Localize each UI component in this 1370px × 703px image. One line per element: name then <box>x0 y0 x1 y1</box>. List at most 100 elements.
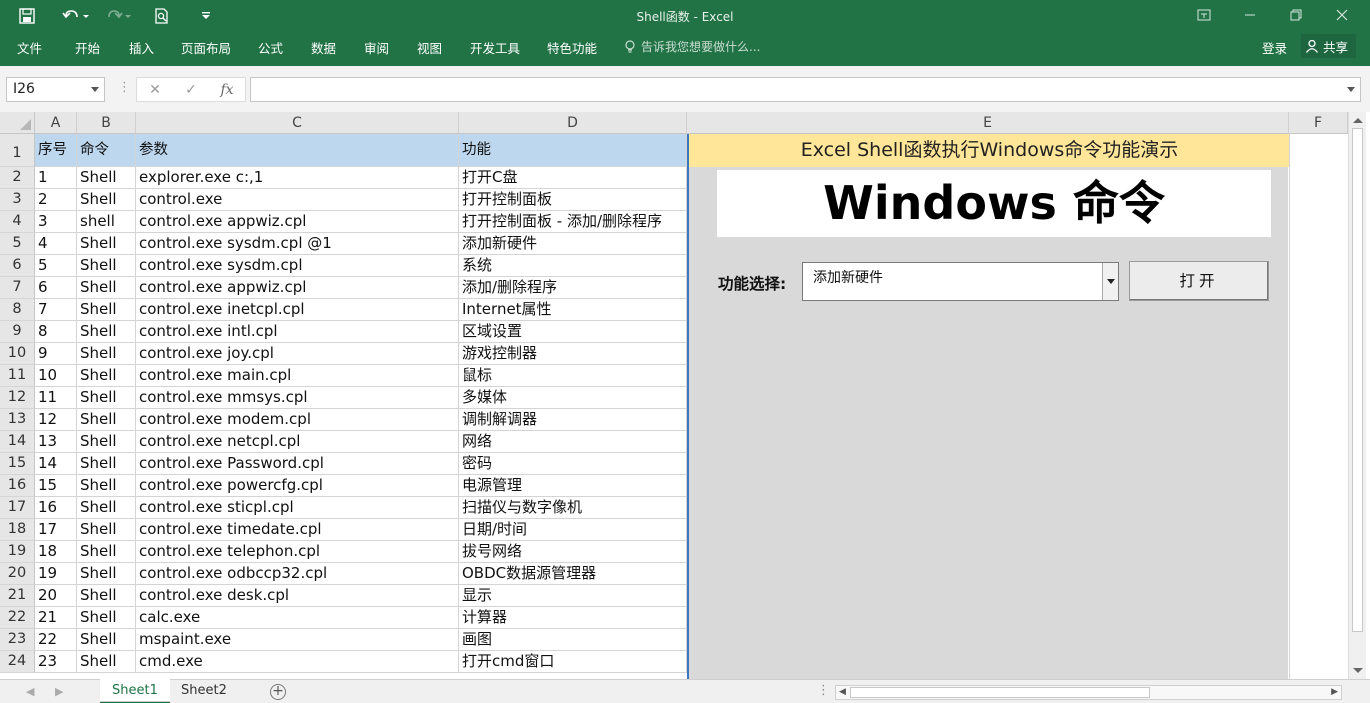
sheet-tab-sheet2[interactable]: Sheet2 <box>169 679 239 703</box>
row-header[interactable]: 10 <box>0 343 35 365</box>
row-header[interactable]: 7 <box>0 277 35 299</box>
cell-command[interactable]: Shell <box>77 321 136 342</box>
cell-function[interactable]: OBDC数据源管理器 <box>459 563 687 584</box>
horizontal-scroll-thumb[interactable] <box>850 687 1150 698</box>
header-cell-argument[interactable]: 参数 <box>136 134 459 166</box>
cell-command[interactable]: Shell <box>77 497 136 518</box>
row-header[interactable]: 9 <box>0 321 35 343</box>
row-header[interactable]: 1 <box>0 134 35 167</box>
row-header[interactable]: 20 <box>0 563 35 585</box>
header-cell-index[interactable]: 序号 <box>35 134 77 166</box>
column-header-e[interactable]: E <box>687 112 1289 134</box>
cell-function[interactable]: 区域设置 <box>459 321 687 342</box>
cell-argument[interactable]: control.exe mmsys.cpl <box>136 387 459 408</box>
cell-command[interactable]: Shell <box>77 387 136 408</box>
cell-command[interactable]: Shell <box>77 563 136 584</box>
cell-command[interactable]: Shell <box>77 277 136 298</box>
cell-function[interactable]: 显示 <box>459 585 687 606</box>
column-header-a[interactable]: A <box>35 112 77 134</box>
cell-function[interactable]: 打开cmd窗口 <box>459 651 687 672</box>
insert-function-icon[interactable]: fx <box>209 82 245 98</box>
row-header[interactable]: 23 <box>0 629 35 651</box>
cell-command[interactable]: Shell <box>77 189 136 210</box>
cell-function[interactable]: 电源管理 <box>459 475 687 496</box>
tab-data[interactable]: 数据 <box>311 38 336 57</box>
cell-command[interactable]: shell <box>77 211 136 232</box>
name-box[interactable]: I26 <box>6 77 105 102</box>
column-f-cells[interactable] <box>1289 134 1348 679</box>
column-header-d[interactable]: D <box>459 112 687 134</box>
cell-argument[interactable]: control.exe appwiz.cpl <box>136 277 459 298</box>
cell-argument[interactable]: explorer.exe c:,1 <box>136 167 459 188</box>
cell-index[interactable]: 5 <box>35 255 77 276</box>
cell-command[interactable]: Shell <box>77 453 136 474</box>
cell-argument[interactable]: control.exe powercfg.cpl <box>136 475 459 496</box>
cell-function[interactable]: 网络 <box>459 431 687 452</box>
scroll-right-icon[interactable]: ▶ <box>1331 687 1338 697</box>
cell-index[interactable]: 13 <box>35 431 77 452</box>
cell-argument[interactable]: control.exe appwiz.cpl <box>136 211 459 232</box>
cell-index[interactable]: 7 <box>35 299 77 320</box>
tab-view[interactable]: 视图 <box>417 38 442 57</box>
cell-function[interactable]: 画图 <box>459 629 687 650</box>
cell-argument[interactable]: control.exe desk.cpl <box>136 585 459 606</box>
cell-argument[interactable]: control.exe modem.cpl <box>136 409 459 430</box>
cell-index[interactable]: 4 <box>35 233 77 254</box>
formula-input[interactable] <box>250 77 1361 102</box>
tab-insert[interactable]: 插入 <box>129 38 154 57</box>
cell-command[interactable]: Shell <box>77 167 136 188</box>
cell-command[interactable]: Shell <box>77 255 136 276</box>
cell-index[interactable]: 18 <box>35 541 77 562</box>
cell-argument[interactable]: control.exe sysdm.cpl @1 <box>136 233 459 254</box>
cell-command[interactable]: Shell <box>77 431 136 452</box>
tab-special-features[interactable]: 特色功能 <box>547 38 597 57</box>
tab-file[interactable]: 文件 <box>17 38 42 57</box>
row-header[interactable]: 17 <box>0 497 35 519</box>
row-header[interactable]: 19 <box>0 541 35 563</box>
sheet-nav-prev-icon[interactable]: ◀ <box>26 685 34 698</box>
tell-me-search[interactable]: 告诉我您想要做什么... <box>624 38 760 55</box>
scroll-left-icon[interactable]: ◀ <box>839 687 846 697</box>
cell-argument[interactable]: calc.exe <box>136 607 459 628</box>
row-header[interactable]: 22 <box>0 607 35 629</box>
row-header[interactable]: 3 <box>0 189 35 211</box>
row-header[interactable]: 14 <box>0 431 35 453</box>
cell-argument[interactable]: mspaint.exe <box>136 629 459 650</box>
cell-command[interactable]: Shell <box>77 541 136 562</box>
cell-index[interactable]: 22 <box>35 629 77 650</box>
cancel-icon[interactable]: ✕ <box>137 82 173 98</box>
column-header-b[interactable]: B <box>77 112 136 134</box>
cell-function[interactable]: 密码 <box>459 453 687 474</box>
cell-command[interactable]: Shell <box>77 519 136 540</box>
cell-command[interactable]: Shell <box>77 233 136 254</box>
tab-developer[interactable]: 开发工具 <box>470 38 520 57</box>
column-header-c[interactable]: C <box>136 112 459 134</box>
cell-index[interactable]: 11 <box>35 387 77 408</box>
cell-argument[interactable]: control.exe netcpl.cpl <box>136 431 459 452</box>
close-icon[interactable] <box>1319 0 1365 30</box>
cell-index[interactable]: 14 <box>35 453 77 474</box>
cell-index[interactable]: 16 <box>35 497 77 518</box>
combobox-dropdown-icon[interactable] <box>1102 263 1118 300</box>
row-header[interactable]: 21 <box>0 585 35 607</box>
cell-index[interactable]: 6 <box>35 277 77 298</box>
cell-function[interactable]: 扫描仪与数字像机 <box>459 497 687 518</box>
cell-function[interactable]: Internet属性 <box>459 299 687 320</box>
cell-argument[interactable]: control.exe joy.cpl <box>136 343 459 364</box>
cell-command[interactable]: Shell <box>77 475 136 496</box>
cell-command[interactable]: Shell <box>77 343 136 364</box>
tab-review[interactable]: 审阅 <box>364 38 389 57</box>
cell-index[interactable]: 9 <box>35 343 77 364</box>
cell-argument[interactable]: control.exe Password.cpl <box>136 453 459 474</box>
cell-function[interactable]: 调制解调器 <box>459 409 687 430</box>
cell-argument[interactable]: control.exe sysdm.cpl <box>136 255 459 276</box>
row-header[interactable]: 13 <box>0 409 35 431</box>
cell-index[interactable]: 8 <box>35 321 77 342</box>
minimize-icon[interactable] <box>1227 0 1273 30</box>
header-cell-function[interactable]: 功能 <box>459 134 687 166</box>
vertical-scrollbar[interactable] <box>1348 112 1366 679</box>
cell-function[interactable]: 计算器 <box>459 607 687 628</box>
cell-command[interactable]: Shell <box>77 607 136 628</box>
cell-command[interactable]: Shell <box>77 651 136 672</box>
tab-home[interactable]: 开始 <box>75 38 100 57</box>
